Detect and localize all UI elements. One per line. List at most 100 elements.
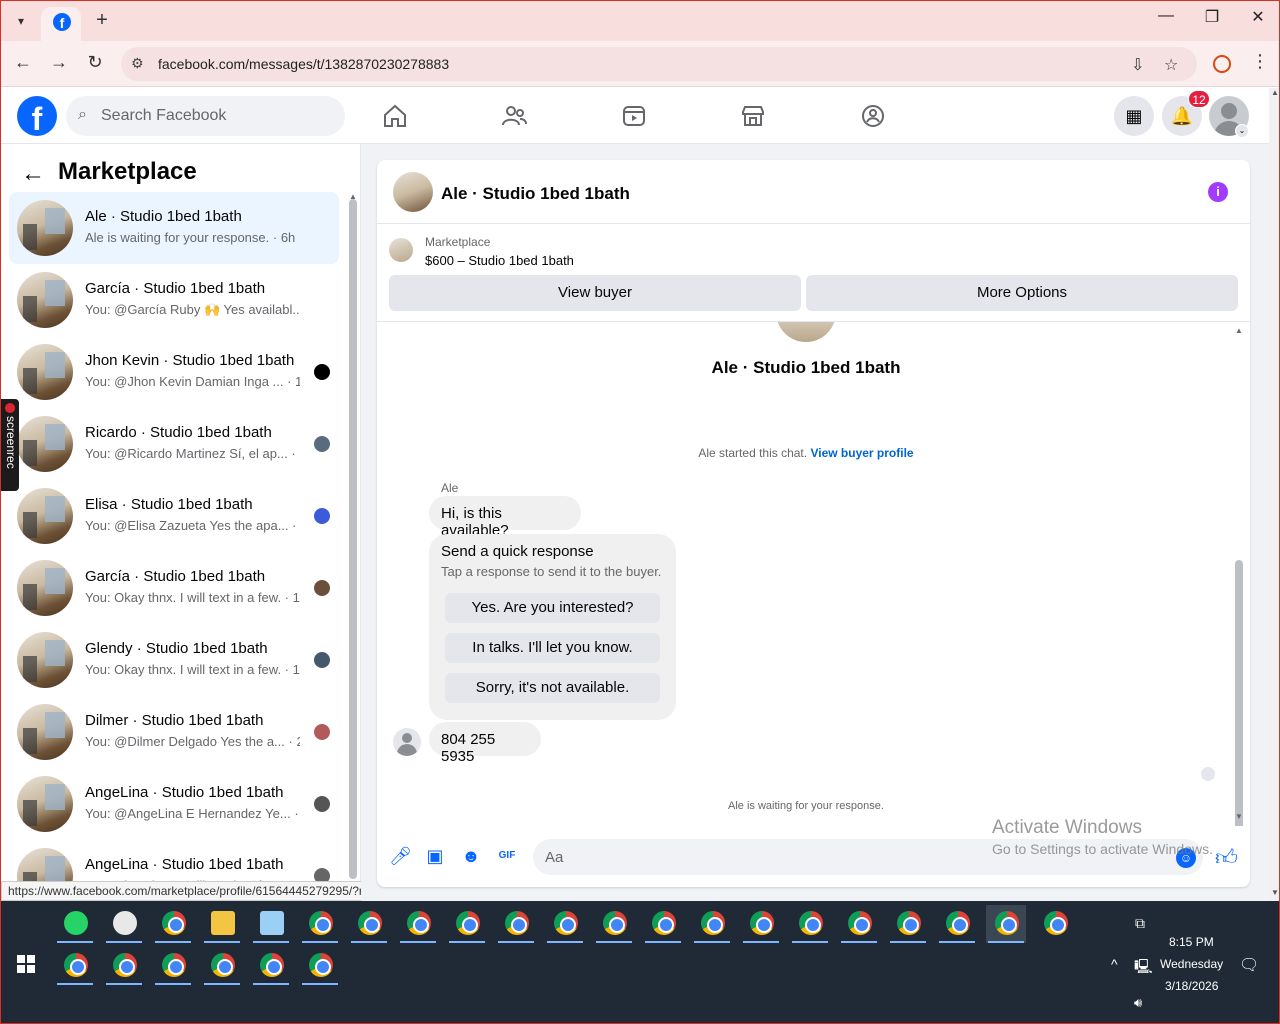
chrome-taskbar-icon[interactable]	[104, 947, 144, 985]
groups-icon[interactable]	[859, 102, 887, 130]
conversation-preview: You: @Elisa Zazueta Yes the apa... · 1w	[85, 518, 300, 533]
chrome-taskbar-icon[interactable]	[251, 947, 291, 985]
chat-listing-thumbnail[interactable]	[393, 172, 433, 212]
clock-day[interactable]: Wednesday	[1160, 957, 1223, 971]
chrome-taskbar-icon[interactable]	[986, 905, 1026, 943]
browser-menu-icon[interactable]: ⋮	[1251, 51, 1269, 72]
conversation-item[interactable]: Elisa · Studio 1bed 1bath You: @Elisa Zaz…	[9, 480, 339, 552]
chrome-taskbar-icon[interactable]	[202, 947, 242, 985]
scroll-up-icon[interactable]: ▲	[1271, 88, 1279, 97]
chrome-taskbar-icon[interactable]	[937, 905, 977, 943]
page-scrollbar[interactable]: ▲ ▼	[1269, 88, 1279, 901]
install-app-icon[interactable]: ⇩	[1131, 55, 1144, 75]
photo-icon[interactable]: ▣	[425, 846, 445, 866]
windows-start-icon[interactable]	[17, 955, 35, 973]
bookmark-star-icon[interactable]: ☆	[1164, 55, 1178, 75]
chrome-taskbar-icon[interactable]	[496, 905, 536, 943]
network-icon[interactable]: 🖳︎	[1134, 956, 1153, 980]
listing-photo	[17, 704, 73, 760]
view-buyer-button[interactable]: View buyer	[389, 275, 801, 311]
quick-response-in-talks-button[interactable]: In talks. I'll let you know.	[445, 633, 660, 663]
chrome-taskbar-icon[interactable]	[55, 947, 95, 985]
conversation-item[interactable]: Dilmer · Studio 1bed 1bath You: @Dilmer D…	[9, 696, 339, 768]
message-placeholder: Aa	[545, 849, 564, 866]
chrome-taskbar-icon[interactable]	[300, 905, 340, 943]
quick-response-not-available-button[interactable]: Sorry, it's not available.	[445, 673, 660, 703]
chrome-taskbar-icon[interactable]	[153, 905, 193, 943]
close-window-icon[interactable]: ✕	[1235, 7, 1279, 27]
video-icon[interactable]	[620, 102, 648, 130]
site-info-icon[interactable]: ⚙	[131, 55, 144, 72]
reload-icon[interactable]: ↻	[83, 52, 107, 73]
screenrec-widget[interactable]: screenrec	[1, 399, 19, 491]
chrome-taskbar-icon[interactable]	[300, 947, 340, 985]
sticker-icon[interactable]: ☻	[461, 846, 481, 866]
chrome-taskbar-icon[interactable]	[349, 905, 389, 943]
conversation-item[interactable]: AngeLina · Studio 1bed 1bath You: @AngeLi…	[9, 768, 339, 840]
listing-price-title[interactable]: $600 – Studio 1bed 1bath	[425, 253, 574, 268]
more-options-button[interactable]: More Options	[806, 275, 1238, 311]
conversation-item[interactable]: Glendy · Studio 1bed 1bath You: Okay thnx…	[9, 624, 339, 696]
marketplace-icon[interactable]	[739, 102, 767, 130]
explorer-taskbar-icon[interactable]	[202, 905, 242, 943]
conversation-item[interactable]: Ale · Studio 1bed 1bath Ale is waiting fo…	[9, 192, 339, 264]
chrome-taskbar-icon[interactable]	[643, 905, 683, 943]
scroll-down-icon[interactable]: ▼	[1235, 812, 1243, 821]
address-bar[interactable]: ⚙ facebook.com/messages/t/13828702302788…	[121, 47, 1197, 81]
chrome-taskbar-icon[interactable]	[741, 905, 781, 943]
whatsapp-taskbar-icon[interactable]	[55, 905, 95, 943]
view-buyer-profile-link[interactable]: View buyer profile	[810, 446, 913, 460]
chrome-taskbar-icon[interactable]	[692, 905, 732, 943]
microphone-icon[interactable]: 🎤︎	[389, 846, 412, 866]
chrome-taskbar-icon[interactable]	[594, 905, 634, 943]
volume-icon[interactable]: 🔊︎	[1134, 995, 1142, 1011]
scroll-down-icon[interactable]: ▼	[1271, 888, 1279, 897]
tab-search-dropdown-icon[interactable]: ▾	[9, 9, 33, 33]
conversation-item[interactable]: Jhon Kevin · Studio 1bed 1bath You: @Jhon…	[9, 336, 339, 408]
search-input[interactable]: ⌕ Search Facebook	[66, 96, 345, 136]
chrome-taskbar-icon[interactable]	[398, 905, 438, 943]
chrome-taskbar-icon[interactable]	[790, 905, 830, 943]
chat-scrollbar[interactable]	[1235, 560, 1243, 826]
home-icon[interactable]	[381, 102, 409, 130]
minimize-icon[interactable]: —	[1143, 7, 1189, 25]
buyer-avatar[interactable]	[393, 728, 421, 756]
chrome-taskbar-icon[interactable]	[447, 905, 487, 943]
clock-date[interactable]: 3/18/2026	[1165, 979, 1218, 993]
url-text[interactable]: facebook.com/messages/t/1382870230278883	[158, 56, 449, 72]
notification-center-icon[interactable]: 🗨︎	[1239, 955, 1259, 975]
chrome-taskbar-icon[interactable]	[1035, 905, 1075, 943]
quick-response-interested-button[interactable]: Yes. Are you interested?	[445, 593, 660, 623]
browser-tab[interactable]: f	[41, 7, 81, 41]
gif-icon[interactable]: GIF	[497, 846, 517, 866]
chrome-taskbar-icon[interactable]	[545, 905, 585, 943]
conversation-item[interactable]: García · Studio 1bed 1bath You: @García R…	[9, 264, 339, 336]
chrome-taskbar-icon[interactable]	[839, 905, 879, 943]
chrome-taskbar-icon[interactable]	[153, 947, 193, 985]
thumbs-up-icon[interactable]: 👍︎	[1215, 844, 1238, 871]
conversation-list-scrollbar[interactable]	[349, 199, 357, 879]
conversation-item[interactable]: García · Studio 1bed 1bath You: Okay thnx…	[9, 552, 339, 624]
menu-grid-icon[interactable]: ▦	[1114, 96, 1154, 136]
back-arrow-icon[interactable]: ←	[21, 160, 45, 188]
account-chevron-down-icon[interactable]: ⌄	[1235, 124, 1249, 138]
info-icon[interactable]: i	[1208, 182, 1228, 202]
chrome-taskbar-icon[interactable]	[888, 905, 928, 943]
chat-title[interactable]: Ale · Studio 1bed 1bath	[441, 184, 630, 204]
meet-now-icon[interactable]: ⧉	[1135, 915, 1145, 932]
listing-photo	[17, 488, 73, 544]
tray-expand-icon[interactable]: ^	[1111, 956, 1118, 972]
clock-time[interactable]: 8:15 PM	[1169, 935, 1214, 949]
notepad-taskbar-icon[interactable]	[251, 905, 291, 943]
message-bubble: 804 255 5935	[429, 722, 541, 765]
restore-icon[interactable]: ❐	[1189, 7, 1235, 27]
snip-taskbar-icon[interactable]	[104, 905, 144, 943]
scroll-up-icon[interactable]: ▲	[1235, 326, 1243, 335]
new-tab-button[interactable]: +	[91, 9, 113, 32]
back-icon[interactable]: ←	[11, 52, 35, 73]
friends-icon[interactable]	[500, 102, 528, 130]
forward-icon[interactable]: →	[47, 52, 71, 73]
browser-profile-icon[interactable]	[1213, 55, 1231, 73]
facebook-logo[interactable]: f	[17, 96, 57, 137]
conversation-item[interactable]: Ricardo · Studio 1bed 1bath You: @Ricardo…	[9, 408, 339, 480]
